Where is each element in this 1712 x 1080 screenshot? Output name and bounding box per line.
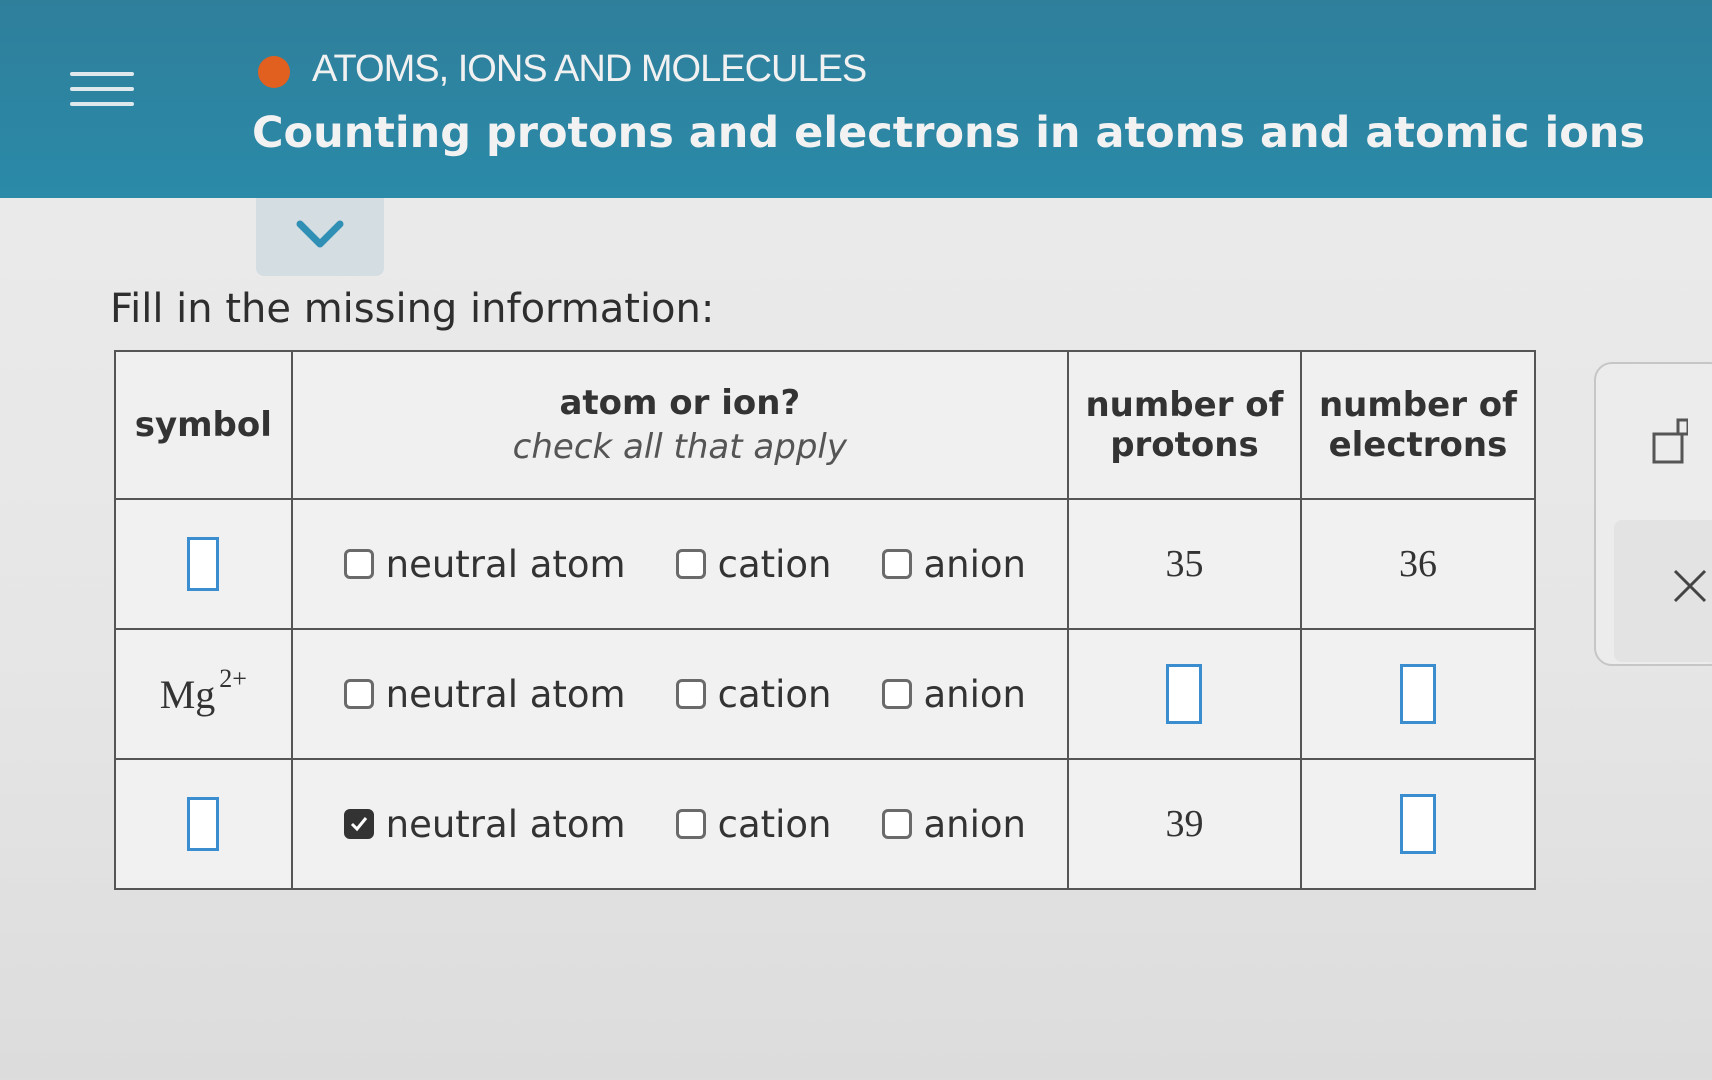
checkbox-cation[interactable]: [675, 809, 706, 839]
topic-status-dot: [258, 56, 290, 88]
electrons-cell: [1299, 758, 1537, 890]
atom-or-ion-cell: neutral atom cation anion: [290, 628, 1070, 760]
symbol-charge: 2+: [219, 664, 247, 694]
header-electrons: number of electrons: [1299, 350, 1537, 500]
option-cation[interactable]: cation: [675, 802, 832, 846]
electrons-input[interactable]: [1399, 664, 1436, 724]
option-anion[interactable]: anion: [881, 672, 1027, 716]
protons-input[interactable]: [1166, 664, 1203, 724]
option-label: cation: [717, 802, 832, 846]
symbol-input[interactable]: [187, 537, 220, 591]
checkbox-neutral-atom[interactable]: [343, 549, 374, 579]
instruction-text: Fill in the missing information:: [110, 286, 715, 332]
checkbox-cation[interactable]: [675, 549, 706, 579]
option-anion[interactable]: anion: [881, 802, 1027, 846]
side-panel: [1594, 362, 1712, 666]
collapse-tab[interactable]: [256, 198, 384, 276]
option-anion[interactable]: anion: [881, 542, 1027, 586]
checkmark-icon: [350, 817, 367, 832]
header-protons: number of protons: [1067, 350, 1302, 500]
option-label: neutral atom: [385, 542, 626, 586]
superscript-icon[interactable]: [1652, 418, 1688, 464]
option-neutral-atom[interactable]: neutral atom: [343, 542, 626, 586]
option-label: neutral atom: [385, 802, 626, 846]
atom-or-ion-cell: neutral atom cation anion: [290, 758, 1070, 890]
header-symbol: symbol: [114, 350, 293, 500]
checkbox-cation[interactable]: [675, 679, 706, 709]
symbol-input[interactable]: [187, 797, 220, 851]
checkbox-neutral-atom[interactable]: [343, 679, 374, 709]
electrons-cell: 36: [1299, 498, 1537, 630]
atom-or-ion-options: neutral atom cation anion: [294, 803, 1066, 846]
option-label: anion: [923, 672, 1027, 716]
option-neutral-atom[interactable]: neutral atom: [343, 672, 626, 716]
menu-icon[interactable]: [70, 72, 134, 122]
table-row: Mg 2+ neutral atom cation anion: [114, 628, 1537, 760]
header-atom-or-ion-label: atom or ion?: [559, 383, 801, 423]
page-title: Counting protons and electrons in atoms …: [252, 108, 1645, 158]
header-bar: ATOMS, IONS AND MOLECULES Counting proto…: [0, 0, 1712, 198]
option-cation[interactable]: cation: [675, 542, 832, 586]
question-table: symbol atom or ion? check all that apply…: [114, 350, 1537, 890]
atom-or-ion-options: neutral atom cation anion: [294, 543, 1066, 586]
electrons-cell: [1299, 628, 1537, 760]
protons-value: 35: [1165, 543, 1204, 585]
checkbox-anion[interactable]: [881, 679, 912, 709]
symbol-cell: [114, 758, 293, 890]
protons-value: 39: [1165, 803, 1204, 845]
close-icon[interactable]: [1672, 568, 1708, 604]
option-label: anion: [923, 542, 1027, 586]
option-label: anion: [923, 802, 1027, 846]
atom-or-ion-cell: neutral atom cation anion: [290, 498, 1070, 630]
option-neutral-atom[interactable]: neutral atom: [343, 802, 626, 846]
symbol-element: Mg: [159, 671, 216, 717]
header-atom-or-ion-hint: check all that apply: [512, 427, 847, 467]
electrons-value: 36: [1398, 543, 1437, 585]
topic-label: ATOMS, IONS AND MOLECULES: [312, 48, 867, 90]
protons-cell: 39: [1067, 758, 1302, 890]
atom-or-ion-options: neutral atom cation anion: [294, 673, 1066, 716]
header-atom-or-ion: atom or ion? check all that apply: [290, 350, 1070, 500]
chevron-down-icon: [296, 220, 344, 248]
option-label: cation: [717, 672, 832, 716]
table-row: neutral atom cation anion 39: [114, 758, 1537, 890]
option-label: neutral atom: [385, 672, 626, 716]
table-row: neutral atom cation anion 35 36: [114, 498, 1537, 630]
option-label: cation: [717, 542, 832, 586]
protons-cell: [1067, 628, 1302, 760]
symbol-cell: Mg 2+: [114, 628, 293, 760]
checkbox-neutral-atom[interactable]: [343, 809, 374, 839]
checkbox-anion[interactable]: [881, 549, 912, 579]
option-cation[interactable]: cation: [675, 672, 832, 716]
symbol-cell: [114, 498, 293, 630]
electrons-input[interactable]: [1399, 794, 1436, 854]
protons-cell: 35: [1067, 498, 1302, 630]
checkbox-anion[interactable]: [881, 809, 912, 839]
symbol-text: Mg 2+: [159, 664, 247, 717]
